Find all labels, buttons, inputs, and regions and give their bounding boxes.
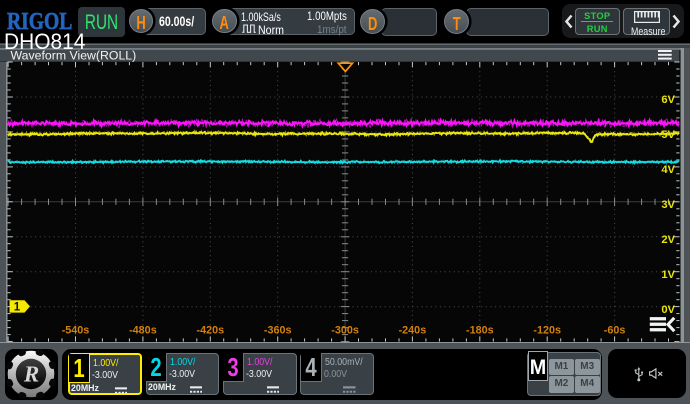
svg-text:-180s: -180s (466, 325, 494, 337)
svg-text:-300s: -300s (331, 325, 359, 337)
svg-text:6V: 6V (661, 94, 675, 106)
svg-text:-240s: -240s (399, 325, 427, 337)
svg-text:5V: 5V (661, 129, 675, 141)
svg-text:-360s: -360s (264, 325, 292, 337)
svg-text:-480s: -480s (129, 325, 157, 337)
svg-text:2V: 2V (661, 234, 675, 246)
svg-text:1: 1 (14, 302, 21, 314)
svg-text:-420s: -420s (196, 325, 224, 337)
svg-text:-60s: -60s (604, 325, 626, 337)
svg-text:-540s: -540s (62, 325, 90, 337)
svg-text:0V: 0V (661, 304, 675, 316)
svg-text:4V: 4V (661, 164, 675, 176)
svg-text:1V: 1V (661, 269, 675, 281)
svg-text:-120s: -120s (533, 325, 561, 337)
svg-text:R: R (23, 362, 39, 387)
svg-text:3V: 3V (661, 199, 675, 211)
